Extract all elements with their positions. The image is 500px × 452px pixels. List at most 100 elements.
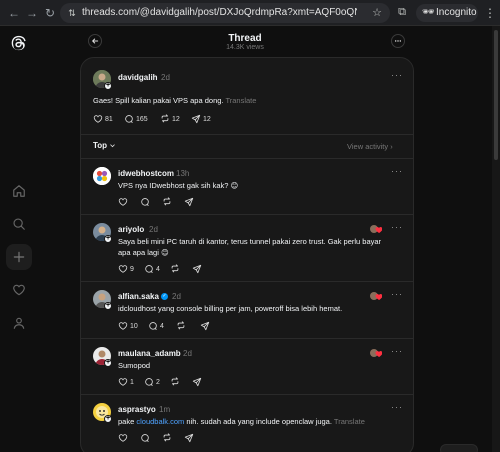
- heart-icon: [93, 115, 103, 123]
- comment-icon: [125, 115, 133, 123]
- post-username[interactable]: davidgalih: [118, 73, 158, 82]
- author-liked-icon: [370, 225, 382, 233]
- browser-menu-icon[interactable]: ⋮: [484, 5, 496, 21]
- reply-more-icon[interactable]: ···: [391, 346, 403, 356]
- reply-username[interactable]: alfian.saka: [118, 292, 159, 301]
- reply-count: 165: [136, 115, 148, 123]
- repost-button[interactable]: [170, 377, 180, 387]
- reply-button[interactable]: 4: [148, 321, 164, 331]
- repost-button[interactable]: [162, 433, 172, 443]
- profile-nav-button[interactable]: [6, 310, 32, 336]
- follow-plus-badge[interactable]: +: [104, 359, 112, 367]
- repost-button[interactable]: [170, 264, 180, 274]
- extensions-icon[interactable]: ⧉: [395, 5, 409, 19]
- reply-more-icon[interactable]: ···: [391, 289, 403, 299]
- heart-icon: [118, 378, 128, 386]
- translate-link[interactable]: Translate: [334, 417, 365, 426]
- follow-plus-badge[interactable]: +: [104, 235, 112, 243]
- share-button[interactable]: 12: [191, 114, 211, 124]
- post-time[interactable]: 2d: [161, 73, 170, 82]
- follow-plus-badge[interactable]: +: [104, 302, 112, 310]
- repost-button[interactable]: 12: [160, 114, 180, 124]
- like-button[interactable]: [118, 433, 128, 443]
- thread-options-button[interactable]: [391, 34, 405, 48]
- reply-username[interactable]: idwebhostcom: [118, 169, 174, 178]
- share-button[interactable]: [192, 264, 202, 274]
- reply-more-icon[interactable]: ···: [391, 166, 403, 176]
- activity-nav-button[interactable]: [6, 277, 32, 303]
- reply-time[interactable]: 2d: [172, 292, 181, 301]
- reply-text-line1: Saya beli mini PC taruh di kantor, terus…: [118, 237, 382, 246]
- reply-time[interactable]: 1m: [159, 405, 170, 414]
- reply-username[interactable]: maulana_adamb: [118, 349, 181, 358]
- forward-arrow-icon[interactable]: →: [24, 5, 40, 21]
- incognito-badge[interactable]: 🕶 Incognito: [416, 4, 478, 22]
- view-activity-link[interactable]: View activity ›: [347, 142, 393, 151]
- like-button[interactable]: 81: [93, 114, 113, 124]
- divider: [81, 134, 413, 135]
- reply-username[interactable]: ariyolo: [118, 225, 144, 234]
- share-count: 12: [203, 115, 211, 123]
- reply-time[interactable]: 2d: [183, 349, 192, 358]
- repost-icon: [163, 197, 171, 206]
- back-arrow-icon[interactable]: ←: [6, 5, 22, 21]
- create-nav-button[interactable]: [6, 244, 32, 270]
- reply-text-post: nih. sudah ada yang include openclaw jug…: [186, 417, 332, 426]
- reply-text: idcloudhost yang console billing per jam…: [118, 304, 343, 313]
- reply-button[interactable]: 2: [144, 377, 160, 387]
- reply-time[interactable]: 2d: [149, 225, 158, 234]
- like-button[interactable]: 10: [118, 321, 138, 331]
- reply-more-icon[interactable]: ···: [391, 402, 403, 412]
- back-button[interactable]: [88, 34, 102, 48]
- arrow-left-icon: [92, 38, 99, 44]
- follow-plus-badge[interactable]: +: [104, 415, 112, 423]
- comment-icon: [141, 434, 149, 442]
- reply-time[interactable]: 13h: [176, 169, 189, 178]
- more-horizontal-icon: [394, 40, 402, 42]
- share-button[interactable]: [200, 321, 210, 331]
- reply-button[interactable]: [140, 197, 150, 207]
- comment-icon: [145, 265, 153, 273]
- threads-logo-icon[interactable]: [9, 34, 27, 52]
- post-more-icon[interactable]: ···: [391, 70, 403, 80]
- divider: [81, 158, 413, 159]
- search-nav-button[interactable]: [6, 211, 32, 237]
- share-icon: [184, 433, 194, 443]
- reply-count: 2: [156, 378, 160, 386]
- home-nav-button[interactable]: [6, 178, 32, 204]
- divider: [81, 338, 413, 339]
- reload-icon[interactable]: ↻: [42, 5, 58, 21]
- like-button[interactable]: 1: [118, 377, 134, 387]
- share-button[interactable]: [184, 197, 194, 207]
- site-settings-icon[interactable]: ⇅: [66, 7, 78, 19]
- bookmark-star-icon[interactable]: ☆: [372, 6, 382, 19]
- reply-link[interactable]: cloudbalk.com: [136, 417, 184, 426]
- reply-more-icon[interactable]: ···: [391, 222, 403, 232]
- left-navigation-rail: [0, 26, 36, 452]
- like-button[interactable]: [118, 197, 128, 207]
- floating-action-pill[interactable]: [440, 444, 478, 452]
- url-text[interactable]: threads.com/@davidgalih/post/DXJoQrdmpRa…: [82, 7, 357, 19]
- incognito-label: Incognito: [436, 7, 477, 18]
- search-icon: [13, 218, 25, 230]
- share-button[interactable]: [192, 377, 202, 387]
- sort-dropdown[interactable]: Top: [93, 141, 116, 150]
- address-bar[interactable]: ⇅ threads.com/@davidgalih/post/DXJoQrdmp…: [60, 3, 390, 23]
- reply-count: 4: [160, 322, 164, 330]
- follow-plus-badge[interactable]: +: [104, 82, 112, 90]
- reply-button[interactable]: 165: [124, 114, 148, 124]
- reply-button[interactable]: 4: [144, 264, 160, 274]
- comment-icon: [141, 198, 149, 206]
- reply-button[interactable]: [140, 433, 150, 443]
- avatar[interactable]: [93, 167, 111, 185]
- share-button[interactable]: [184, 433, 194, 443]
- translate-link[interactable]: Translate: [225, 96, 256, 105]
- reply-text-line2: apa apa lagi 😊: [118, 248, 169, 257]
- reply-username[interactable]: asprastyo: [118, 405, 156, 414]
- repost-button[interactable]: [162, 197, 172, 207]
- scrollbar-thumb[interactable]: [494, 30, 498, 160]
- like-button[interactable]: 9: [118, 264, 134, 274]
- sort-label: Top: [93, 141, 108, 150]
- incognito-icon: 🕶: [422, 7, 435, 18]
- repost-button[interactable]: [176, 321, 186, 331]
